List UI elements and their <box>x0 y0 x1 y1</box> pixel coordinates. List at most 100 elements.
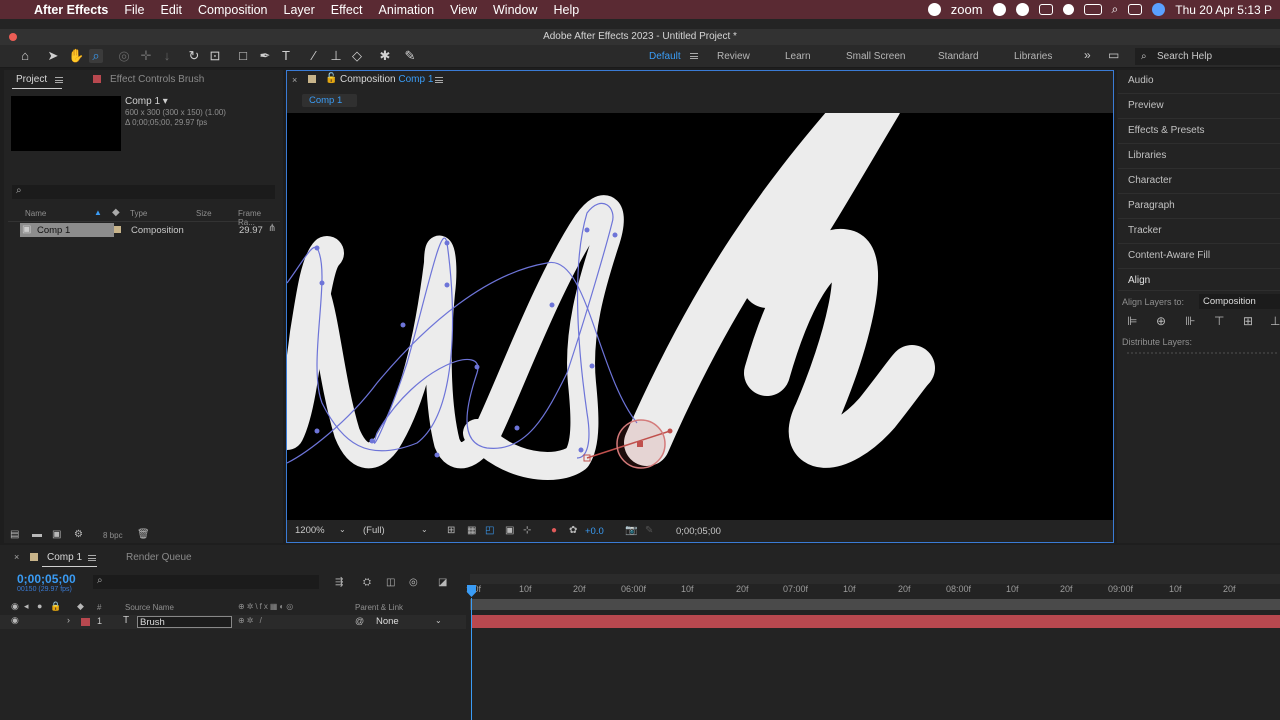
column-source-name[interactable]: Source Name <box>125 603 174 612</box>
menu-edit[interactable]: Edit <box>152 3 190 17</box>
transparency-grid-icon[interactable]: ▦ <box>467 525 476 536</box>
column-type[interactable]: Type <box>130 209 147 218</box>
battery-icon[interactable] <box>1083 4 1102 15</box>
shy-layers-icon[interactable]: ◫ <box>386 577 395 588</box>
align-right-icon[interactable]: ⊪ <box>1185 314 1195 328</box>
timeline-search-input[interactable]: ⌕ <box>93 575 319 589</box>
panel-effects-presets[interactable]: Effects & Presets <box>1128 125 1205 136</box>
layer-visibility-eye-icon[interactable]: ◉ <box>11 615 19 626</box>
panel-character[interactable]: Character <box>1128 175 1172 186</box>
tab-project[interactable]: Project <box>16 74 47 85</box>
menu-help[interactable]: Help <box>545 3 587 17</box>
tab-composition[interactable]: Composition Comp 1 <box>340 74 433 85</box>
spotlight-search-icon[interactable]: ⌕ <box>1112 2 1119 17</box>
layer-switches-icons[interactable]: ⊕✲\fx▦◐◎ <box>238 602 295 611</box>
eraser-tool-icon[interactable]: ◇ <box>350 49 364 63</box>
play-icon[interactable] <box>1062 4 1074 15</box>
comp-name-label[interactable]: Comp 1 ▾ <box>125 96 168 107</box>
menu-effect[interactable]: Effect <box>323 3 371 17</box>
rotation-tool-icon[interactable]: ↻ <box>187 49 201 63</box>
panel-layout-icon[interactable]: ▭ <box>1108 48 1119 62</box>
workspace-overflow-icon[interactable]: » <box>1084 48 1091 62</box>
panel-tracker[interactable]: Tracker <box>1128 225 1162 236</box>
project-panel-menu-icon[interactable] <box>55 77 63 83</box>
dolly-camera-icon[interactable]: ↓ <box>160 49 174 63</box>
home-icon[interactable]: ⌂ <box>18 49 32 63</box>
comp-breadcrumb[interactable]: Comp 1 <box>302 94 357 107</box>
project-settings-icon[interactable]: ⚙ <box>74 529 83 540</box>
align-left-icon[interactable]: ⊫ <box>1127 314 1137 328</box>
graph-editor-icon[interactable]: ◪ <box>438 577 447 588</box>
draft-3d-icon[interactable]: ⛭ <box>363 577 371 588</box>
menu-view[interactable]: View <box>442 3 485 17</box>
new-folder-icon[interactable]: ▬ <box>32 529 42 540</box>
menu-window[interactable]: Window <box>485 3 545 17</box>
puppet-pin-tool-icon[interactable]: ✎ <box>403 49 417 63</box>
expand-chevron-icon[interactable]: › <box>67 615 70 625</box>
playhead-line[interactable] <box>471 598 472 720</box>
rectangle-tool-icon[interactable]: □ <box>236 49 250 63</box>
hand-tool-icon[interactable]: ✋ <box>68 49 84 63</box>
layer-name-field[interactable]: Brush <box>137 616 232 628</box>
sort-ascending-icon[interactable]: ▲ <box>94 208 102 217</box>
column-parent-link[interactable]: Parent & Link <box>355 603 403 612</box>
work-area-bar[interactable] <box>470 599 1280 610</box>
label-tag-icon[interactable]: ◆ <box>77 601 84 612</box>
control-center-icon[interactable] <box>1128 4 1143 15</box>
parent-select[interactable]: None ⌄ <box>372 616 447 628</box>
composition-viewer[interactable] <box>287 113 1113 520</box>
workspace-default[interactable]: Default <box>649 51 681 62</box>
display-icon[interactable] <box>1038 4 1053 15</box>
viewer-timecode[interactable]: 0;00;05;00 <box>676 526 721 537</box>
frame-blending-icon[interactable]: ◎ <box>409 577 418 588</box>
menu-animation[interactable]: Animation <box>371 3 443 17</box>
tab-timeline-comp[interactable]: Comp 1 <box>47 552 82 563</box>
align-horizontal-center-icon[interactable]: ⊕ <box>1156 314 1166 328</box>
comp-panel-menu-icon[interactable] <box>435 77 443 83</box>
zoom-status-item[interactable]: zoom <box>951 2 983 17</box>
channels-icon[interactable]: ● <box>551 525 557 536</box>
layer-switches[interactable]: ⊕✲ / <box>238 616 264 625</box>
tab-render-queue[interactable]: Render Queue <box>126 552 192 563</box>
tab-effect-controls[interactable]: Effect Controls Brush <box>110 74 204 85</box>
panel-paragraph[interactable]: Paragraph <box>1128 200 1175 211</box>
label-tag-icon[interactable]: ◆ <box>112 207 120 218</box>
column-name[interactable]: Name <box>25 209 46 218</box>
magnification-select[interactable]: 1200% ⌄ <box>291 523 349 538</box>
show-snapshot-icon[interactable]: ✎ <box>645 525 653 536</box>
panel-audio[interactable]: Audio <box>1128 75 1154 86</box>
zoom-tool-icon[interactable]: ⌕ <box>89 49 103 63</box>
menu-layer[interactable]: Layer <box>276 3 323 17</box>
anchor-point-tool-icon[interactable]: ⊡ <box>208 49 222 63</box>
orbit-camera-icon[interactable]: ◎ <box>117 49 131 63</box>
layer-label-color[interactable] <box>81 618 90 626</box>
brush-tool-icon[interactable]: ⁄ <box>307 49 321 63</box>
roto-brush-tool-icon[interactable]: ✱ <box>378 49 392 63</box>
time-navigator[interactable] <box>470 574 1280 584</box>
exposure-value[interactable]: +0.0 <box>585 526 604 537</box>
creative-cloud-icon[interactable] <box>992 3 1006 16</box>
column-layer-number[interactable]: # <box>97 603 101 612</box>
selection-tool-icon[interactable]: ➤ <box>46 49 60 63</box>
align-bottom-icon[interactable]: ⊥ <box>1270 314 1280 328</box>
workspace-review[interactable]: Review <box>717 51 750 62</box>
flowchart-icon[interactable]: ⋔ <box>268 223 276 234</box>
timeline-menu-icon[interactable] <box>88 555 96 561</box>
new-composition-icon[interactable]: ▣ <box>52 529 61 540</box>
video-eye-icon[interactable]: ◉ <box>11 601 19 612</box>
workspace-libraries[interactable]: Libraries <box>1014 51 1052 62</box>
panel-content-aware-fill[interactable]: Content-Aware Fill <box>1128 250 1210 261</box>
interpret-footage-icon[interactable]: ▤ <box>10 529 19 540</box>
lock-icon[interactable]: 🔒 <box>50 601 61 612</box>
solo-icon[interactable]: ● <box>37 601 42 611</box>
bit-depth-label[interactable]: 8 bpc <box>103 531 123 540</box>
trash-icon[interactable]: 🗑 <box>137 529 150 540</box>
label-color-icon[interactable] <box>114 226 121 233</box>
menu-composition[interactable]: Composition <box>190 3 275 17</box>
layer-duration-bar[interactable] <box>472 615 1280 628</box>
workspace-learn[interactable]: Learn <box>785 51 811 62</box>
clone-stamp-tool-icon[interactable]: ⊥ <box>329 49 343 63</box>
app-menu[interactable]: After Effects <box>24 3 116 17</box>
snapshot-camera-icon[interactable]: 📷 <box>625 525 637 536</box>
audio-icon[interactable]: ◂ <box>24 601 29 612</box>
